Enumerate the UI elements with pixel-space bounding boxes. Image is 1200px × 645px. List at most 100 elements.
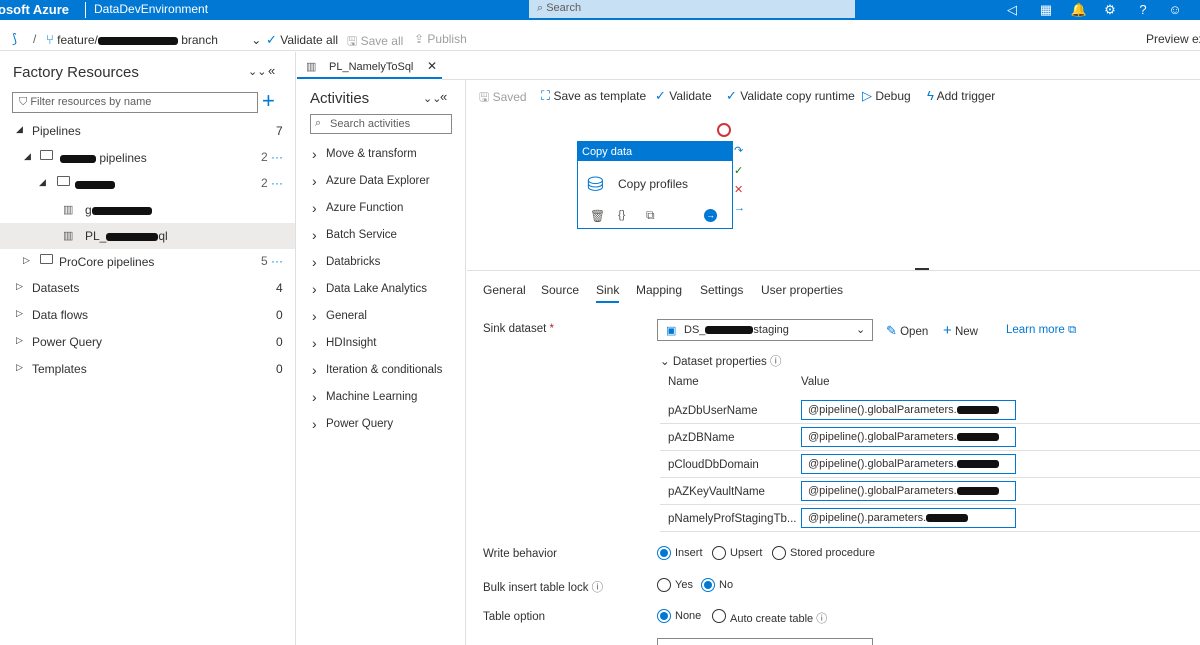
activity-category[interactable]: Databricks	[312, 254, 380, 270]
param-value-input[interactable]: @pipeline().parameters.	[801, 508, 1016, 528]
activity-category[interactable]: Move & transform	[312, 146, 417, 162]
add-resource-button[interactable]: +	[262, 88, 275, 114]
collapse-panel-icon[interactable]: «	[268, 63, 275, 78]
skip-output-icon[interactable]: ↷	[734, 144, 743, 157]
pipeline-icon: ▥	[63, 204, 74, 216]
open-dataset-button[interactable]: ✎ Open	[886, 323, 928, 339]
collapse-all-icon[interactable]: ⌄⌄	[248, 65, 266, 78]
info-icon[interactable]: ⓘ	[592, 582, 604, 594]
preview-experience-toggle[interactable]: Preview exp	[1146, 32, 1200, 46]
feedback-icon[interactable]: ☺	[1166, 1, 1184, 19]
new-dataset-button[interactable]: + New	[943, 322, 978, 339]
delete-icon[interactable]: 🗑	[590, 209, 605, 223]
arrow-right-icon[interactable]: →	[704, 209, 717, 222]
validate-button[interactable]: ✓ Validate	[655, 88, 712, 104]
pencil-icon: ✎	[886, 323, 897, 338]
search-activities-input[interactable]: ⌕ Search activities	[310, 114, 452, 134]
tree-pipelines[interactable]: ◢ Pipelines 7	[0, 118, 295, 144]
tree-count: 0	[276, 335, 283, 349]
radio-stored-procedure[interactable]	[772, 546, 786, 560]
notifications-icon[interactable]: 🔔	[1070, 1, 1088, 19]
activity-category-label: Iteration & conditionals	[326, 364, 443, 376]
megaphone-icon[interactable]: ◁	[1003, 1, 1021, 19]
activity-category[interactable]: HDInsight	[312, 335, 377, 351]
info-icon[interactable]: ⓘ	[770, 356, 782, 368]
sink-dataset-dropdown[interactable]: ▣ DS_ staging ⌄	[657, 319, 873, 341]
open-label: Open	[900, 326, 929, 338]
branch-suffix: branch	[181, 33, 218, 47]
info-icon[interactable]: ⓘ	[816, 613, 827, 625]
directory-icon[interactable]: ▦	[1037, 1, 1055, 19]
environment-label[interactable]: DataDevEnvironment	[85, 2, 208, 18]
success-output-icon[interactable]: ✓	[734, 164, 743, 177]
dataset-properties-toggle[interactable]: ⌄ Dataset properties ⓘ	[660, 353, 782, 369]
activity-category[interactable]: Batch Service	[312, 227, 397, 243]
activity-category[interactable]: Iteration & conditionals	[312, 362, 443, 378]
copy-icon[interactable]: ⧉	[646, 208, 655, 223]
activity-category[interactable]: Data Lake Analytics	[312, 281, 428, 297]
tree-dataflows[interactable]: ▷ Data flows 0	[0, 302, 295, 328]
chevron-down-icon: ⌄	[660, 356, 670, 368]
activity-category[interactable]: Machine Learning	[312, 389, 417, 405]
tab-sink[interactable]: Sink	[596, 283, 620, 303]
radio-yes[interactable]	[657, 578, 671, 592]
validate-runtime-button[interactable]: ✓ Validate copy runtime	[726, 88, 855, 104]
radio-none[interactable]	[657, 609, 671, 623]
tab-general[interactable]: General	[483, 283, 526, 297]
radio-insert[interactable]	[657, 546, 671, 560]
code-icon[interactable]: {}	[618, 209, 625, 221]
param-value-input[interactable]: @pipeline().globalParameters.	[801, 427, 1016, 447]
redacted-mark	[705, 326, 754, 335]
debug-button[interactable]: ▷ Debug	[862, 88, 911, 104]
collapse-all-icon[interactable]: ⌄⌄	[423, 92, 441, 105]
copy-data-activity[interactable]: Copy data ⛁ Copy profiles 🗑 {} ⧉ →	[577, 141, 733, 229]
azure-devops-icon[interactable]: ⟆	[12, 31, 17, 47]
filter-resources-input[interactable]: ⛉ Filter resources by name	[12, 92, 258, 113]
save-as-template-button[interactable]: ⛶ Save as template	[541, 88, 646, 104]
close-icon[interactable]: ✕	[427, 59, 437, 73]
branch-selector[interactable]: ⑂ feature/ branch ⌄	[46, 32, 261, 47]
tree-folder-procore[interactable]: ▷ ProCore pipelines 5 ···	[0, 249, 295, 275]
activity-category-label: Data Lake Analytics	[326, 283, 428, 295]
publish-button[interactable]: ⇪ Publish	[414, 32, 467, 46]
param-value-input[interactable]: @pipeline().globalParameters.	[801, 400, 1016, 420]
activity-category[interactable]: General	[312, 308, 367, 324]
save-all-button[interactable]: 🖫 Save all	[347, 32, 403, 53]
tree-folder-pipelines[interactable]: ◢ pipelines 2 ···	[0, 145, 295, 171]
auto-create-text: Auto create table	[730, 613, 814, 625]
saved-button[interactable]: 🖫 Saved	[479, 88, 527, 109]
error-indicator-icon[interactable]	[717, 123, 731, 137]
tree-folder-sub[interactable]: ◢ 2 ···	[0, 171, 295, 197]
param-value-input[interactable]: @pipeline().globalParameters.	[801, 454, 1016, 474]
activity-category[interactable]: Power Query	[312, 416, 393, 432]
tree-templates[interactable]: ▷ Templates 0	[0, 356, 295, 382]
radio-auto-create[interactable]	[712, 609, 726, 623]
param-value-input[interactable]: @pipeline().globalParameters.	[801, 481, 1016, 501]
tab-source[interactable]: Source	[541, 283, 579, 297]
tree-datasets[interactable]: ▷ Datasets 4	[0, 275, 295, 301]
help-icon[interactable]: ?	[1134, 1, 1152, 19]
radio-upsert[interactable]	[712, 546, 726, 560]
collapse-panel-icon[interactable]: «	[440, 89, 447, 104]
global-search-input[interactable]: ⌕ Search	[529, 0, 855, 18]
failure-output-icon[interactable]: ✕	[734, 183, 743, 196]
activity-category[interactable]: Azure Data Explorer	[312, 173, 430, 189]
radio-stored-procedure-label: Stored procedure	[790, 547, 875, 559]
next-field-input[interactable]	[657, 638, 873, 645]
tab-settings[interactable]: Settings	[700, 283, 743, 297]
tree-powerquery[interactable]: ▷ Power Query 0	[0, 329, 295, 355]
tree-pipeline-item[interactable]: ▥ g	[0, 197, 295, 223]
save-icon: 🖫	[347, 34, 358, 48]
tab-mapping[interactable]: Mapping	[636, 283, 682, 297]
completion-output-icon[interactable]: →	[734, 202, 745, 214]
learn-more-link[interactable]: Learn more ⧉	[1006, 324, 1076, 337]
tab-pipeline[interactable]: ▥ PL_NamelyToSql ✕	[297, 52, 442, 79]
validate-all-button[interactable]: ✓ Validate all	[266, 32, 338, 48]
radio-no[interactable]	[701, 578, 715, 592]
tab-user-properties[interactable]: User properties	[761, 283, 843, 297]
tree-pipeline-item-selected[interactable]: ▥ PL_ ql	[0, 223, 295, 249]
activity-category[interactable]: Azure Function	[312, 200, 403, 216]
tree-count: 0	[276, 308, 283, 322]
add-trigger-button[interactable]: ϟ Add trigger	[927, 88, 995, 103]
gear-icon[interactable]: ⚙	[1101, 1, 1119, 19]
